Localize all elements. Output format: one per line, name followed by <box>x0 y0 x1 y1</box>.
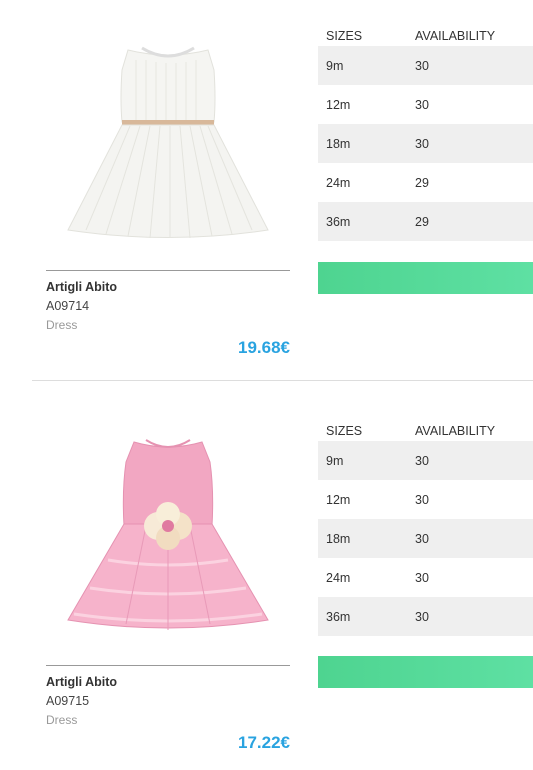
product-info: Artigli Abito A09714 Dress 19.68€ <box>46 270 290 358</box>
size-cell: 9m <box>326 58 344 73</box>
table-header: SIZES AVAILABILITY <box>318 421 533 441</box>
availability-cell: 30 <box>415 453 429 468</box>
availability-cell: 30 <box>415 570 429 585</box>
table-row: 9m 30 <box>318 46 533 85</box>
table-row: 12m 30 <box>318 480 533 519</box>
product-name[interactable]: Artigli Abito <box>46 278 290 297</box>
add-to-cart-button[interactable] <box>318 262 533 294</box>
product-code: A09714 <box>46 299 90 313</box>
table-row: 18m 30 <box>318 519 533 558</box>
product-card: Artigli Abito A09715 Dress 17.22€ SIZES … <box>0 395 533 770</box>
availability-cell: 29 <box>415 214 429 229</box>
size-cell: 9m <box>326 453 344 468</box>
product-info: Artigli Abito A09715 Dress 17.22€ <box>46 665 290 753</box>
table-row: 9m 30 <box>318 441 533 480</box>
product-image-pink-dress[interactable] <box>46 430 290 658</box>
product-card: Artigli Abito A09714 Dress 19.68€ SIZES … <box>0 0 533 380</box>
size-cell: 36m <box>326 609 351 624</box>
availability-cell: 29 <box>415 175 429 190</box>
size-cell: 18m <box>326 531 351 546</box>
size-availability-table: SIZES AVAILABILITY 9m 30 12m 30 18m 30 2… <box>318 421 533 636</box>
table-row: 12m 30 <box>318 85 533 124</box>
sizes-header: SIZES <box>326 424 363 438</box>
product-type: Dress <box>46 318 78 332</box>
table-row: 24m 30 <box>318 558 533 597</box>
sizes-header: SIZES <box>326 29 363 43</box>
availability-cell: 30 <box>415 97 429 112</box>
product-name[interactable]: Artigli Abito <box>46 673 290 692</box>
size-cell: 18m <box>326 136 351 151</box>
table-row: 36m 30 <box>318 597 533 636</box>
table-row: 24m 29 <box>318 163 533 202</box>
size-cell: 24m <box>326 570 351 585</box>
availability-cell: 30 <box>415 531 429 546</box>
size-availability-table: SIZES AVAILABILITY 9m 30 12m 30 18m 30 2… <box>318 26 533 241</box>
product-code: A09715 <box>46 694 90 708</box>
add-to-cart-button[interactable] <box>318 656 533 688</box>
availability-header: AVAILABILITY <box>415 424 496 438</box>
availability-cell: 30 <box>415 609 429 624</box>
size-cell: 24m <box>326 175 351 190</box>
table-header: SIZES AVAILABILITY <box>318 26 533 46</box>
availability-header: AVAILABILITY <box>415 29 496 43</box>
product-divider <box>32 380 533 381</box>
size-cell: 36m <box>326 214 351 229</box>
availability-cell: 30 <box>415 58 429 73</box>
product-price: 19.68€ <box>238 338 290 357</box>
availability-cell: 30 <box>415 492 429 507</box>
table-row: 18m 30 <box>318 124 533 163</box>
product-image-white-dress[interactable] <box>46 30 290 262</box>
dress-image <box>67 439 269 630</box>
product-type: Dress <box>46 713 78 727</box>
dress-image <box>67 46 269 239</box>
size-cell: 12m <box>326 97 351 112</box>
size-cell: 12m <box>326 492 351 507</box>
table-row: 36m 29 <box>318 202 533 241</box>
product-price: 17.22€ <box>238 733 290 752</box>
availability-cell: 30 <box>415 136 429 151</box>
